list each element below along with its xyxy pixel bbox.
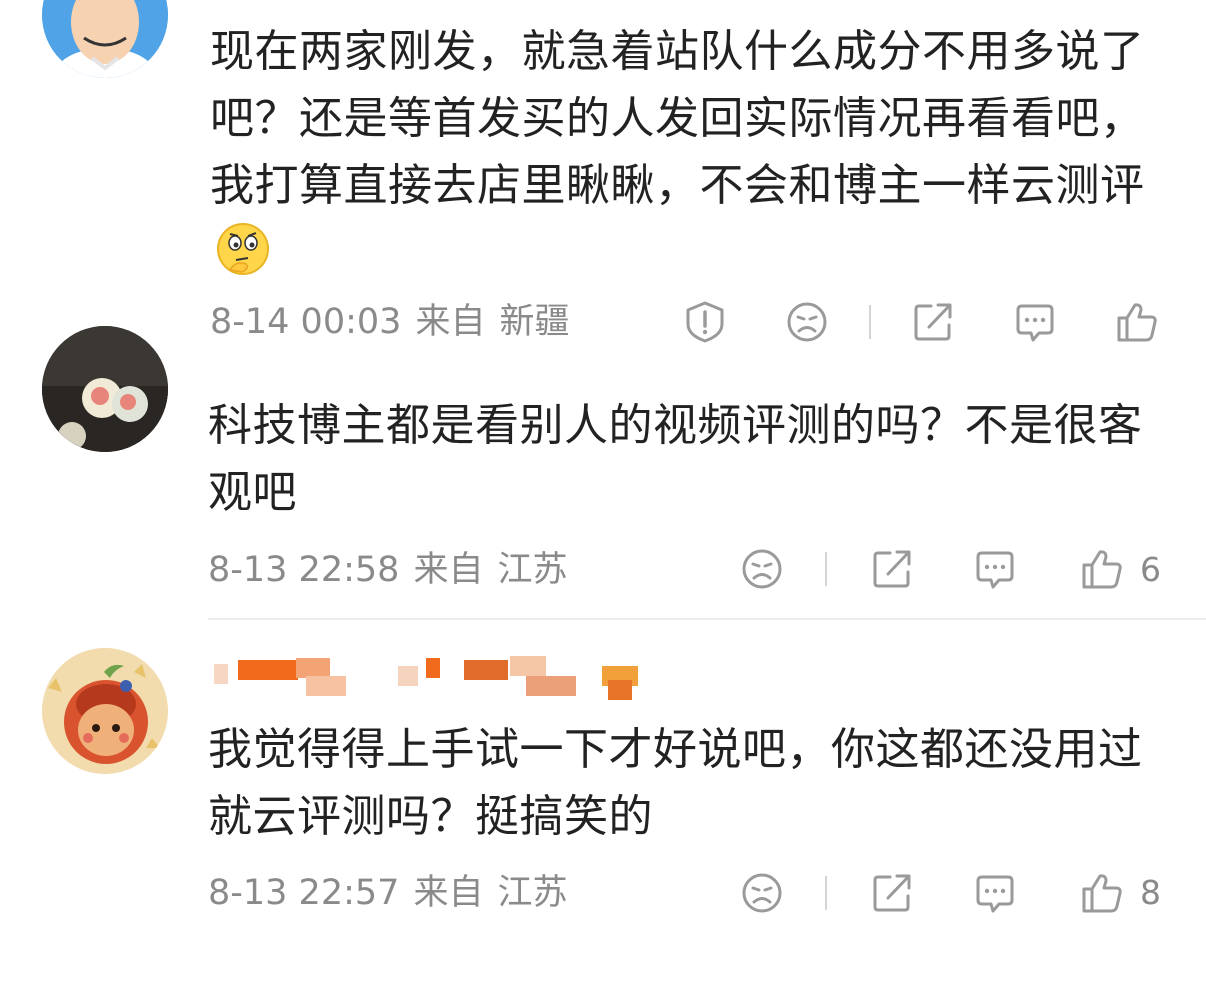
comment-text: 现在两家刚发，就急着站队什么成分不用多说了吧？还是等首发买的人发回实际情况再看看… <box>210 26 1145 211</box>
from-label: 来自 <box>413 550 484 590</box>
username-redacted <box>210 654 650 700</box>
avatar[interactable] <box>42 648 168 774</box>
action-divider <box>825 876 827 910</box>
avatar[interactable] <box>42 326 168 452</box>
thumbs-up-icon[interactable] <box>1080 871 1124 915</box>
comment-icon[interactable] <box>973 871 1017 915</box>
comment-location: 江苏 <box>497 550 568 590</box>
comment-divider <box>208 618 1206 620</box>
comment-time: 8-14 00:03 <box>210 302 402 342</box>
comment-time: 8-13 22:58 <box>208 550 400 590</box>
thumbs-up-icon[interactable] <box>1080 547 1124 591</box>
share-icon[interactable] <box>870 871 914 915</box>
thinking-emoji-icon <box>216 222 270 276</box>
comment-icon[interactable] <box>973 547 1017 591</box>
comment-meta: 8-13 22:58 来自 江苏 <box>208 550 581 590</box>
thumbs-up-icon[interactable] <box>1115 300 1159 344</box>
comment-location: 新疆 <box>499 302 570 342</box>
report-icon[interactable] <box>683 300 727 344</box>
comment-meta: 8-13 22:57 来自 江苏 <box>208 873 581 913</box>
like-count: 8 <box>1140 873 1161 912</box>
avatar[interactable] <box>42 0 168 78</box>
action-divider <box>825 552 827 586</box>
sad-face-icon[interactable] <box>740 547 784 591</box>
comment-list: 现在两家刚发，就急着站队什么成分不用多说了吧？还是等首发买的人发回实际情况再看看… <box>0 0 1206 994</box>
from-label: 来自 <box>415 302 486 342</box>
comment-location: 江苏 <box>497 873 568 913</box>
action-divider <box>869 305 871 339</box>
comment-text: 我觉得得上手试一下才好说吧，你这都还没用过就云评测吗？挺搞笑的 <box>208 724 1143 842</box>
comment-time: 8-13 22:57 <box>208 873 400 913</box>
share-icon[interactable] <box>911 300 955 344</box>
share-icon[interactable] <box>870 547 914 591</box>
comment-meta: 8-14 00:03 来自 新疆 <box>210 302 583 342</box>
from-label: 来自 <box>413 873 484 913</box>
sad-face-icon[interactable] <box>740 871 784 915</box>
comment-text: 科技博主都是看别人的视频评测的吗？不是很客观吧 <box>208 400 1143 518</box>
sad-face-icon[interactable] <box>785 300 829 344</box>
comment-icon[interactable] <box>1013 300 1057 344</box>
like-count: 6 <box>1140 550 1161 589</box>
